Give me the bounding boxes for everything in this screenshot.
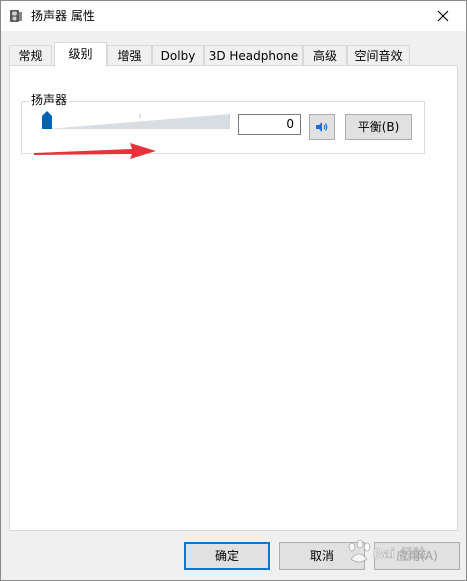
speaker-icon [316,122,328,132]
tab-advanced[interactable]: 高级 [303,45,347,65]
tab-levels[interactable]: 级别 [54,42,107,67]
volume-slider-track [47,114,230,129]
tab-spatial-sound[interactable]: 空间音效 [347,45,410,65]
ok-button[interactable]: 确定 [184,542,270,570]
volume-slider[interactable] [37,110,230,136]
tab-dolby[interactable]: Dolby [152,45,204,65]
speaker-group-label: 扬声器 [29,92,70,108]
mute-button[interactable] [309,114,335,140]
apply-button[interactable]: 应用(A) [374,542,460,570]
tab-enhancements[interactable]: 增强 [107,45,152,65]
volume-slider-thumb[interactable] [42,111,52,129]
red-arrow-annotation [34,143,156,159]
speaker-device-icon [10,10,22,22]
tab-3d-headphone[interactable]: 3D Headphone [204,45,303,65]
window-title: 扬声器 属性 [31,9,95,23]
tab-general[interactable]: 常规 [9,45,52,65]
close-button[interactable] [420,1,466,31]
levels-panel: 扬声器 0 平衡(B) [9,65,458,531]
volume-value-field[interactable]: 0 [238,114,301,135]
balance-button[interactable]: 平衡(B) [345,114,412,140]
title-bar[interactable]: 扬声器 属性 [1,1,466,31]
cancel-button[interactable]: 取消 [279,542,365,570]
properties-window: 扬声器 属性 常规 级别 增强 Dolby 3D Headphone 高级 空间… [0,0,467,581]
tab-strip: 常规 级别 增强 Dolby 3D Headphone 高级 空间音效 [9,42,459,67]
close-icon [437,10,449,22]
